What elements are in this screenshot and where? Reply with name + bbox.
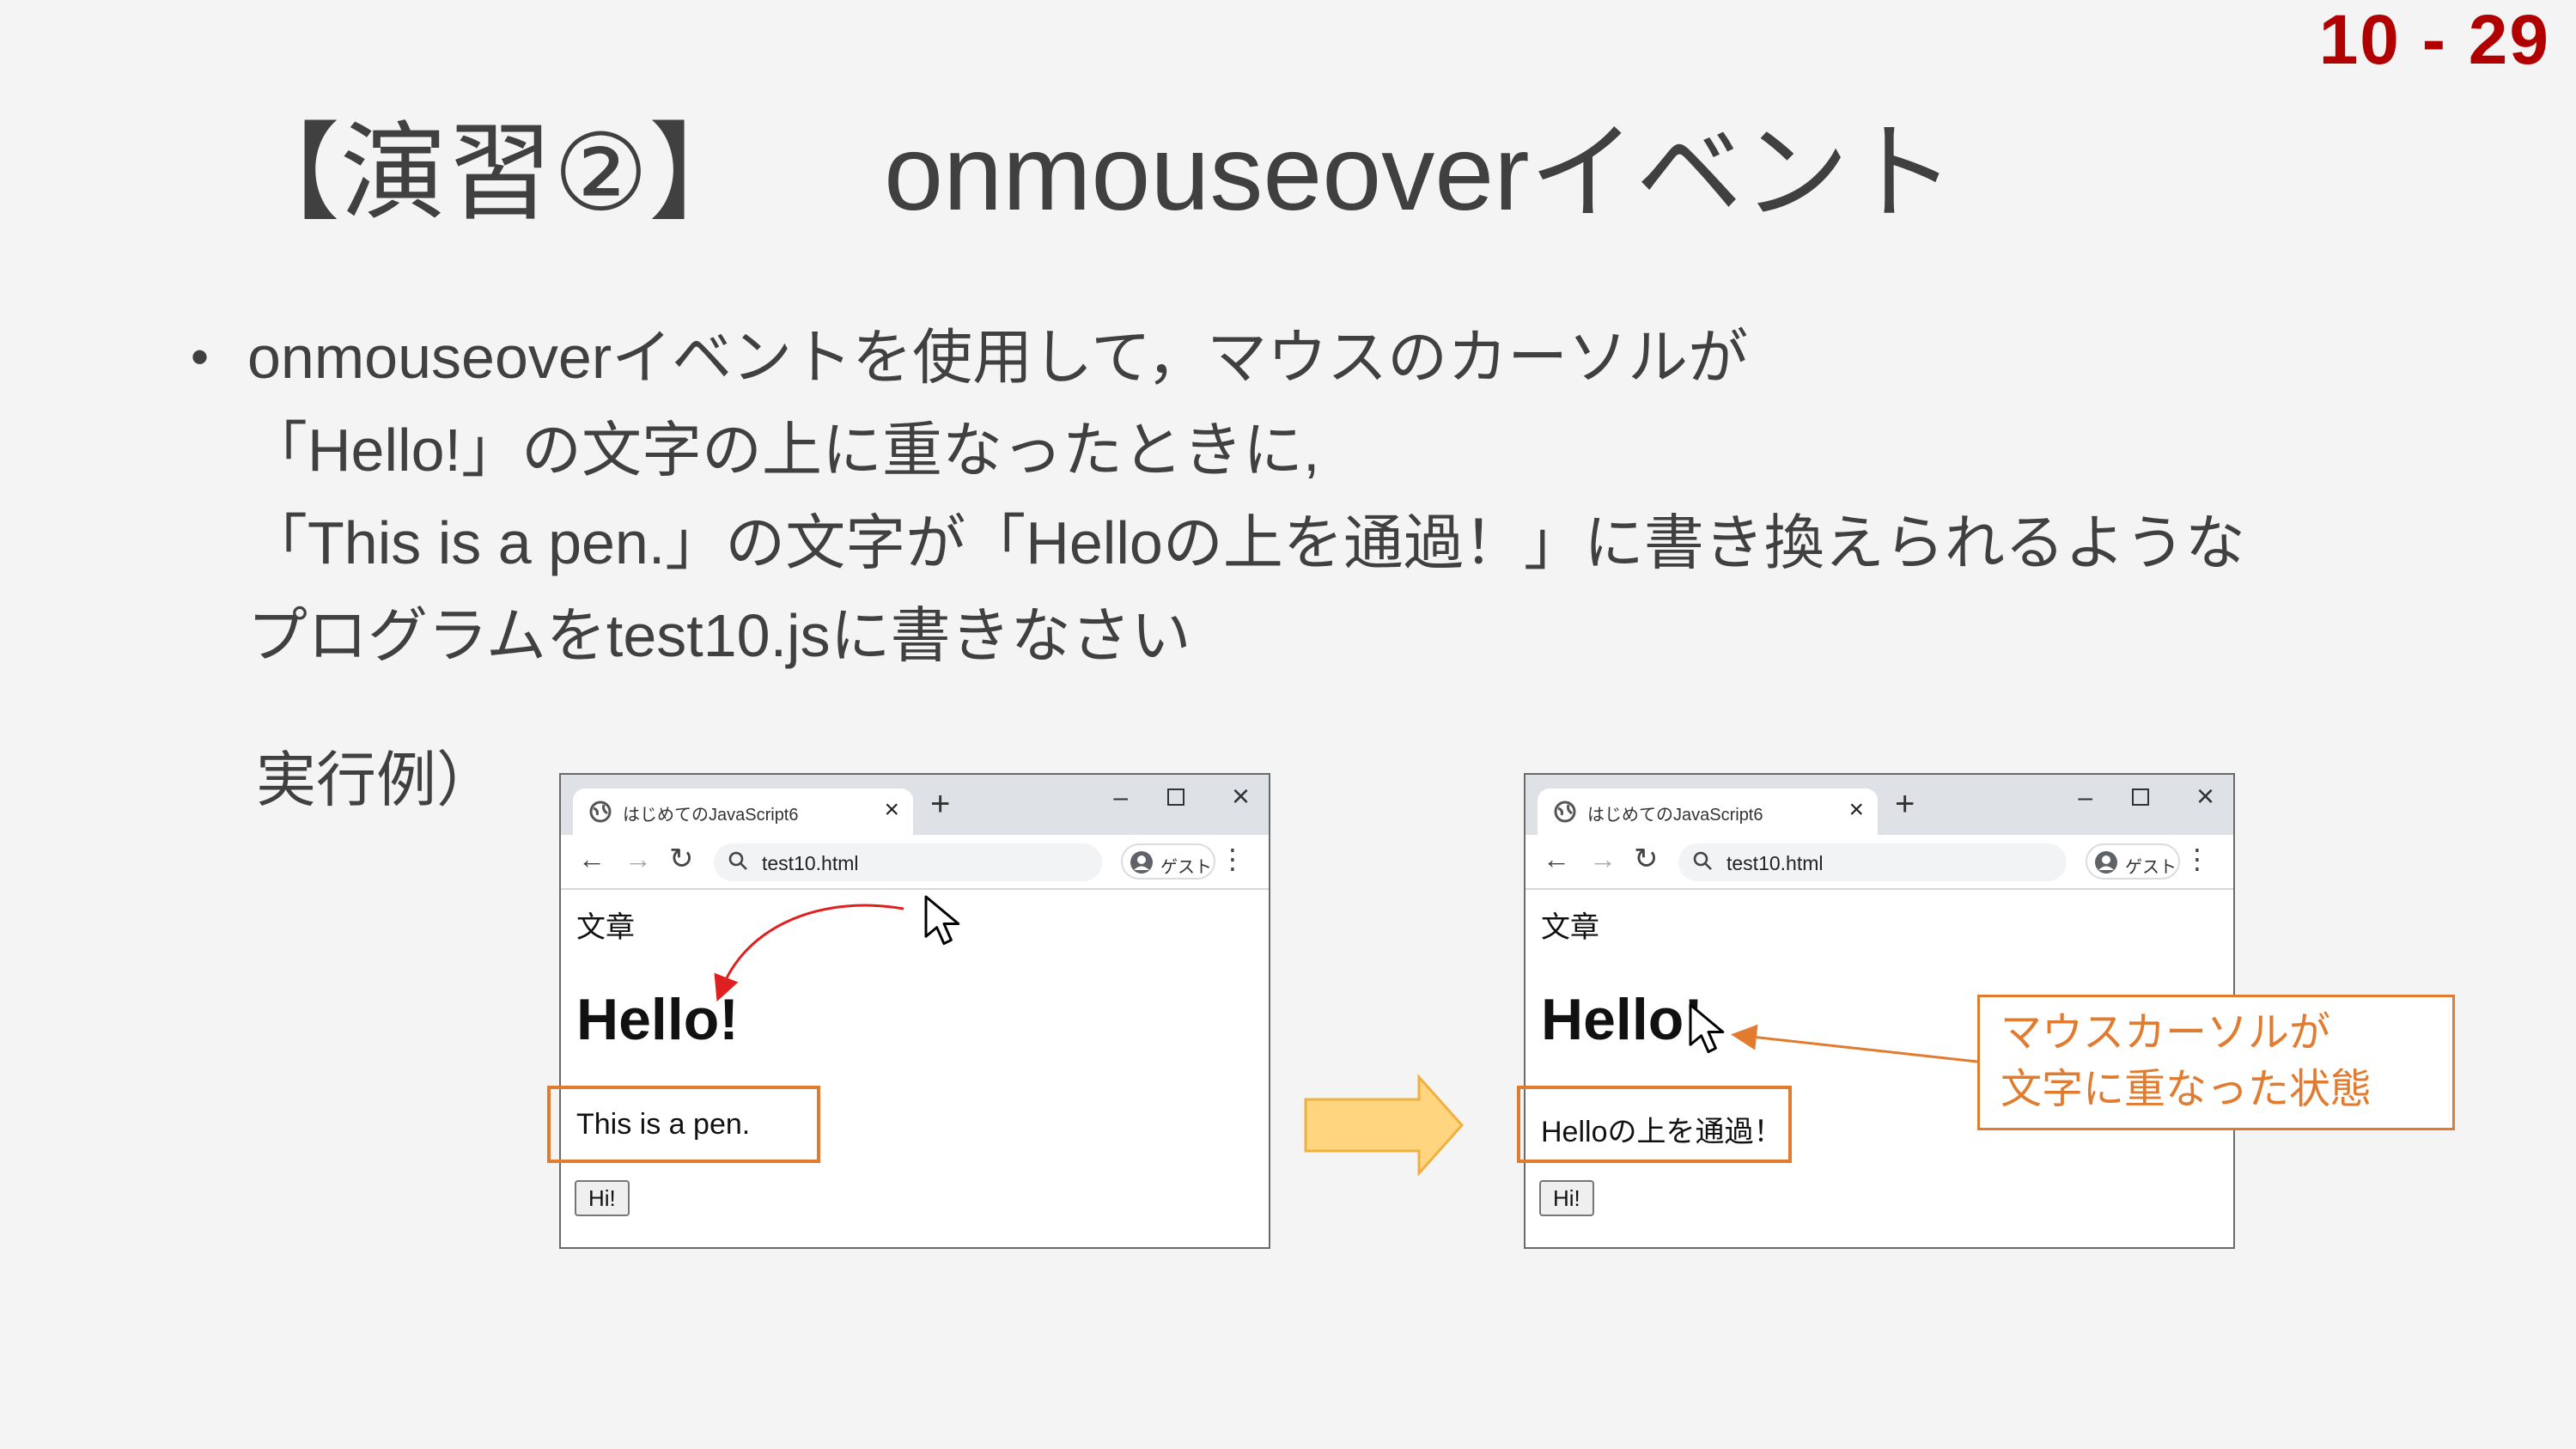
mouse-pointer-icon [924,895,960,946]
curved-arrow [714,904,904,1002]
right-arrow-icon [1304,1074,1465,1177]
overlay-graphics [714,895,1978,1177]
mouse-pointer-icon [1689,1003,1725,1054]
callout-pointer [1731,1024,1978,1063]
